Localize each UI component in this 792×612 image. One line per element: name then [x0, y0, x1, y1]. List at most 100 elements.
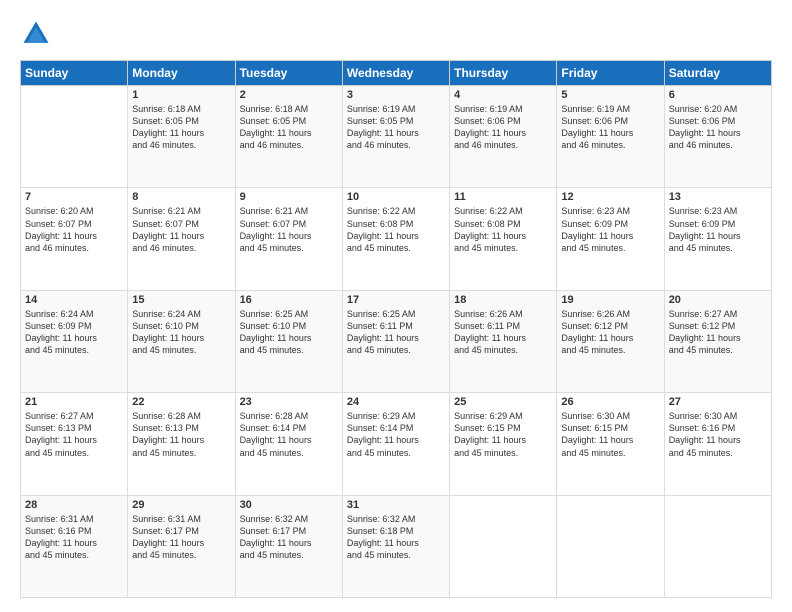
day-number: 14: [25, 294, 123, 306]
day-number: 2: [240, 89, 338, 101]
day-number: 20: [669, 294, 767, 306]
day-number: 21: [25, 396, 123, 408]
day-number: 11: [454, 191, 552, 203]
day-info: Sunrise: 6:23 AM Sunset: 6:09 PM Dayligh…: [669, 205, 767, 254]
day-cell: 25 Sunrise: 6:29 AM Sunset: 6:15 PM Dayli…: [450, 393, 557, 495]
day-info: Sunrise: 6:29 AM Sunset: 6:14 PM Dayligh…: [347, 410, 445, 459]
day-number: 8: [132, 191, 230, 203]
day-info: Sunrise: 6:27 AM Sunset: 6:13 PM Dayligh…: [25, 410, 123, 459]
day-cell: 3 Sunrise: 6:19 AM Sunset: 6:05 PM Daylig…: [342, 86, 449, 188]
header-cell-friday: Friday: [557, 61, 664, 86]
day-info: Sunrise: 6:32 AM Sunset: 6:17 PM Dayligh…: [240, 513, 338, 562]
day-info: Sunrise: 6:30 AM Sunset: 6:15 PM Dayligh…: [561, 410, 659, 459]
day-cell: 28 Sunrise: 6:31 AM Sunset: 6:16 PM Dayli…: [21, 495, 128, 597]
day-info: Sunrise: 6:19 AM Sunset: 6:05 PM Dayligh…: [347, 103, 445, 152]
calendar-body: 1 Sunrise: 6:18 AM Sunset: 6:05 PM Daylig…: [21, 86, 772, 598]
day-info: Sunrise: 6:26 AM Sunset: 6:11 PM Dayligh…: [454, 308, 552, 357]
day-cell: [21, 86, 128, 188]
day-info: Sunrise: 6:18 AM Sunset: 6:05 PM Dayligh…: [240, 103, 338, 152]
calendar-header-row: SundayMondayTuesdayWednesdayThursdayFrid…: [21, 61, 772, 86]
day-info: Sunrise: 6:25 AM Sunset: 6:11 PM Dayligh…: [347, 308, 445, 357]
day-info: Sunrise: 6:28 AM Sunset: 6:14 PM Dayligh…: [240, 410, 338, 459]
day-number: 23: [240, 396, 338, 408]
day-info: Sunrise: 6:23 AM Sunset: 6:09 PM Dayligh…: [561, 205, 659, 254]
day-cell: 9 Sunrise: 6:21 AM Sunset: 6:07 PM Daylig…: [235, 188, 342, 290]
day-number: 3: [347, 89, 445, 101]
day-cell: 12Sunrise: 6:23 AM Sunset: 6:09 PM Dayli…: [557, 188, 664, 290]
day-cell: 13 Sunrise: 6:23 AM Sunset: 6:09 PM Dayli…: [664, 188, 771, 290]
day-cell: 15Sunrise: 6:24 AM Sunset: 6:10 PM Dayli…: [128, 290, 235, 392]
day-info: Sunrise: 6:21 AM Sunset: 6:07 PM Dayligh…: [240, 205, 338, 254]
day-cell: 4Sunrise: 6:19 AM Sunset: 6:06 PM Daylig…: [450, 86, 557, 188]
week-row-1: 1 Sunrise: 6:18 AM Sunset: 6:05 PM Daylig…: [21, 86, 772, 188]
week-row-3: 14Sunrise: 6:24 AM Sunset: 6:09 PM Dayli…: [21, 290, 772, 392]
header-cell-saturday: Saturday: [664, 61, 771, 86]
day-number: 15: [132, 294, 230, 306]
day-cell: 6 Sunrise: 6:20 AM Sunset: 6:06 PM Daylig…: [664, 86, 771, 188]
day-cell: 10 Sunrise: 6:22 AM Sunset: 6:08 PM Dayli…: [342, 188, 449, 290]
day-cell: 30 Sunrise: 6:32 AM Sunset: 6:17 PM Dayli…: [235, 495, 342, 597]
day-cell: 31 Sunrise: 6:32 AM Sunset: 6:18 PM Dayli…: [342, 495, 449, 597]
day-cell: 24 Sunrise: 6:29 AM Sunset: 6:14 PM Dayli…: [342, 393, 449, 495]
day-number: 24: [347, 396, 445, 408]
day-info: Sunrise: 6:32 AM Sunset: 6:18 PM Dayligh…: [347, 513, 445, 562]
day-info: Sunrise: 6:21 AM Sunset: 6:07 PM Dayligh…: [132, 205, 230, 254]
day-info: Sunrise: 6:19 AM Sunset: 6:06 PM Dayligh…: [454, 103, 552, 152]
day-number: 9: [240, 191, 338, 203]
page: SundayMondayTuesdayWednesdayThursdayFrid…: [0, 0, 792, 612]
header: [20, 18, 772, 50]
day-number: 1: [132, 89, 230, 101]
day-info: Sunrise: 6:20 AM Sunset: 6:06 PM Dayligh…: [669, 103, 767, 152]
day-info: Sunrise: 6:27 AM Sunset: 6:12 PM Dayligh…: [669, 308, 767, 357]
logo: [20, 18, 56, 50]
day-number: 27: [669, 396, 767, 408]
day-info: Sunrise: 6:29 AM Sunset: 6:15 PM Dayligh…: [454, 410, 552, 459]
day-cell: 18 Sunrise: 6:26 AM Sunset: 6:11 PM Dayli…: [450, 290, 557, 392]
day-number: 29: [132, 499, 230, 511]
day-cell: 7 Sunrise: 6:20 AM Sunset: 6:07 PM Daylig…: [21, 188, 128, 290]
week-row-2: 7 Sunrise: 6:20 AM Sunset: 6:07 PM Daylig…: [21, 188, 772, 290]
day-info: Sunrise: 6:20 AM Sunset: 6:07 PM Dayligh…: [25, 205, 123, 254]
day-cell: 1Sunrise: 6:18 AM Sunset: 6:05 PM Daylig…: [128, 86, 235, 188]
day-cell: [450, 495, 557, 597]
day-number: 10: [347, 191, 445, 203]
day-number: 6: [669, 89, 767, 101]
day-number: 13: [669, 191, 767, 203]
day-cell: 2 Sunrise: 6:18 AM Sunset: 6:05 PM Daylig…: [235, 86, 342, 188]
day-info: Sunrise: 6:19 AM Sunset: 6:06 PM Dayligh…: [561, 103, 659, 152]
header-cell-sunday: Sunday: [21, 61, 128, 86]
day-number: 26: [561, 396, 659, 408]
header-cell-tuesday: Tuesday: [235, 61, 342, 86]
day-info: Sunrise: 6:30 AM Sunset: 6:16 PM Dayligh…: [669, 410, 767, 459]
week-row-4: 21 Sunrise: 6:27 AM Sunset: 6:13 PM Dayli…: [21, 393, 772, 495]
day-number: 18: [454, 294, 552, 306]
day-cell: 14Sunrise: 6:24 AM Sunset: 6:09 PM Dayli…: [21, 290, 128, 392]
day-cell: 27 Sunrise: 6:30 AM Sunset: 6:16 PM Dayli…: [664, 393, 771, 495]
day-info: Sunrise: 6:26 AM Sunset: 6:12 PM Dayligh…: [561, 308, 659, 357]
day-number: 25: [454, 396, 552, 408]
logo-icon: [20, 18, 52, 50]
day-cell: 23 Sunrise: 6:28 AM Sunset: 6:14 PM Dayli…: [235, 393, 342, 495]
header-cell-thursday: Thursday: [450, 61, 557, 86]
day-number: 28: [25, 499, 123, 511]
week-row-5: 28 Sunrise: 6:31 AM Sunset: 6:16 PM Dayli…: [21, 495, 772, 597]
calendar-table: SundayMondayTuesdayWednesdayThursdayFrid…: [20, 60, 772, 598]
day-info: Sunrise: 6:22 AM Sunset: 6:08 PM Dayligh…: [454, 205, 552, 254]
day-number: 22: [132, 396, 230, 408]
day-info: Sunrise: 6:31 AM Sunset: 6:16 PM Dayligh…: [25, 513, 123, 562]
day-number: 7: [25, 191, 123, 203]
day-number: 19: [561, 294, 659, 306]
day-info: Sunrise: 6:31 AM Sunset: 6:17 PM Dayligh…: [132, 513, 230, 562]
day-number: 31: [347, 499, 445, 511]
day-cell: 22Sunrise: 6:28 AM Sunset: 6:13 PM Dayli…: [128, 393, 235, 495]
day-cell: 5Sunrise: 6:19 AM Sunset: 6:06 PM Daylig…: [557, 86, 664, 188]
day-cell: 19 Sunrise: 6:26 AM Sunset: 6:12 PM Dayli…: [557, 290, 664, 392]
day-cell: 29 Sunrise: 6:31 AM Sunset: 6:17 PM Dayli…: [128, 495, 235, 597]
day-number: 16: [240, 294, 338, 306]
day-number: 17: [347, 294, 445, 306]
day-cell: 17 Sunrise: 6:25 AM Sunset: 6:11 PM Dayli…: [342, 290, 449, 392]
day-info: Sunrise: 6:22 AM Sunset: 6:08 PM Dayligh…: [347, 205, 445, 254]
day-number: 30: [240, 499, 338, 511]
header-cell-monday: Monday: [128, 61, 235, 86]
day-cell: 26 Sunrise: 6:30 AM Sunset: 6:15 PM Dayli…: [557, 393, 664, 495]
